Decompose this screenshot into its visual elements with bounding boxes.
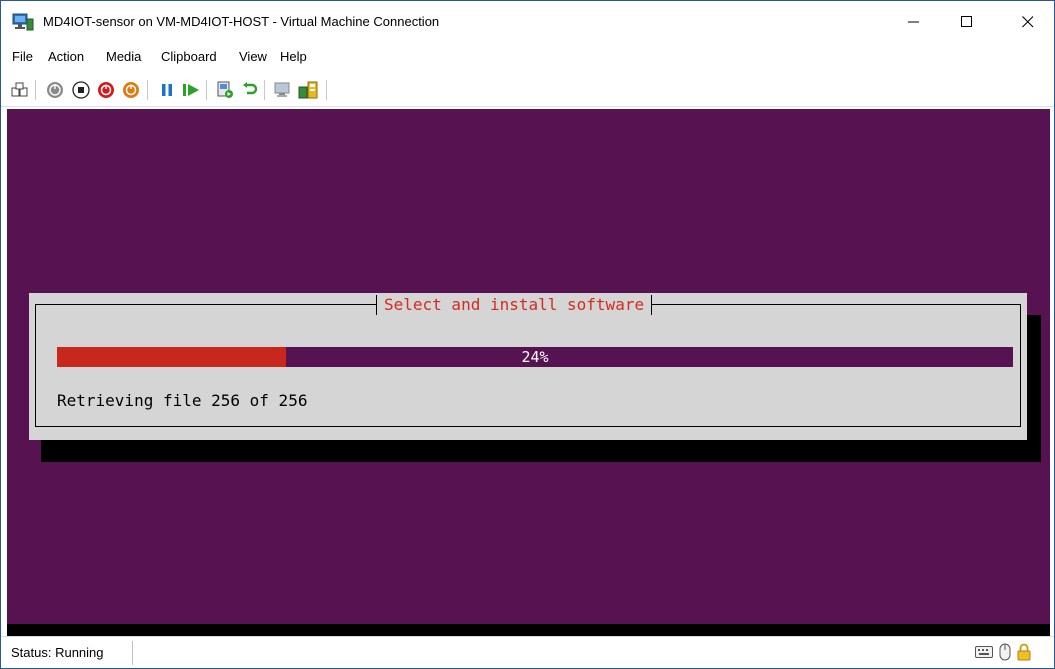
menu-clipboard[interactable]: Clipboard	[161, 49, 217, 64]
vm-connection-app-icon	[12, 13, 34, 31]
vm-connection-window: MD4IOT-sensor on VM-MD4IOT-HOST - Virtua…	[0, 0, 1055, 669]
menu-action[interactable]: Action	[48, 49, 84, 64]
close-icon	[1022, 16, 1034, 28]
window-title: MD4IOT-sensor on VM-MD4IOT-HOST - Virtua…	[43, 14, 440, 29]
save-icon	[123, 82, 139, 98]
save-button[interactable]	[121, 80, 141, 100]
pause-icon	[162, 84, 172, 96]
vm-status: Status: Running	[11, 645, 104, 660]
status-bar: Status: Running	[1, 636, 1054, 668]
pause-button[interactable]	[157, 80, 177, 100]
toolbar-separator	[35, 80, 36, 100]
resume-button[interactable]	[181, 80, 201, 100]
start-icon	[47, 82, 63, 98]
turn-off-icon	[72, 81, 90, 99]
toolbar	[1, 73, 1054, 107]
menu-bar: File Action Media Clipboard View Help	[1, 43, 1054, 71]
enhanced-session-icon	[274, 82, 290, 97]
menu-file[interactable]: File	[12, 49, 33, 64]
lock-icon	[1017, 643, 1031, 661]
progress-percent: 24%	[521, 348, 549, 366]
shut-down-button[interactable]	[96, 80, 116, 100]
mouse-icon	[999, 643, 1011, 661]
turn-off-button[interactable]	[71, 80, 91, 100]
maximize-button[interactable]	[944, 1, 990, 43]
close-button[interactable]	[1005, 1, 1051, 43]
resume-icon	[183, 84, 199, 96]
keyboard-icon	[975, 646, 993, 658]
ctrl-alt-del-icon	[11, 82, 28, 97]
status-separator	[132, 641, 133, 665]
maximize-icon	[961, 16, 972, 27]
checkpoint-button[interactable]	[215, 80, 235, 100]
start-button[interactable]	[45, 80, 65, 100]
status-icons	[975, 643, 1031, 661]
menu-media[interactable]: Media	[106, 49, 141, 64]
progress-bar: 24%	[57, 347, 1013, 367]
install-status-text: Retrieving file 256 of 256	[57, 391, 308, 410]
revert-icon	[243, 82, 258, 95]
minimize-button[interactable]	[891, 1, 937, 43]
share-button[interactable]	[298, 80, 318, 100]
revert-button[interactable]	[240, 80, 260, 100]
ctrl-alt-del-button[interactable]	[10, 80, 30, 100]
toolbar-separator	[147, 80, 148, 100]
dialog-frame: Select and install software 24% Retrievi…	[35, 294, 1021, 427]
toolbar-separator	[206, 80, 207, 100]
checkpoint-icon	[217, 81, 233, 98]
dialog-title: Select and install software	[376, 294, 653, 316]
toolbar-separator	[326, 80, 327, 100]
screen-bottom-strip	[7, 624, 1050, 636]
vm-display[interactable]: Select and install software 24% Retrievi…	[7, 109, 1050, 634]
enhanced-session-button[interactable]	[273, 80, 293, 100]
minimize-icon	[908, 21, 919, 23]
menu-help[interactable]: Help	[280, 49, 307, 64]
shut-down-icon	[98, 82, 114, 98]
toolbar-separator	[264, 80, 265, 100]
install-dialog: Select and install software 24% Retrievi…	[29, 293, 1027, 440]
menu-view[interactable]: View	[239, 49, 267, 64]
title-bar: MD4IOT-sensor on VM-MD4IOT-HOST - Virtua…	[1, 1, 1054, 43]
share-icon	[298, 81, 318, 99]
